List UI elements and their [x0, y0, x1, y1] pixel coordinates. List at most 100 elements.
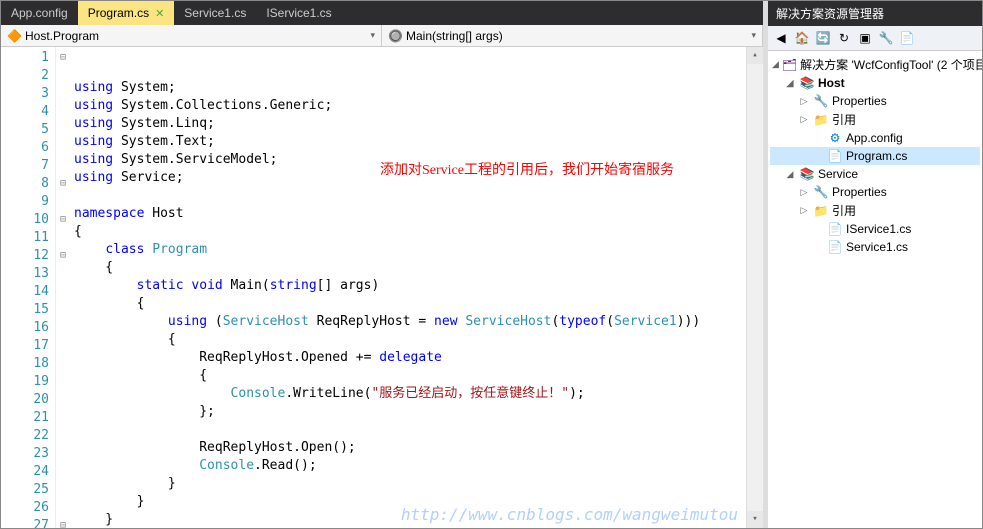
vertical-scrollbar[interactable]: ▴ ▾ — [746, 47, 763, 528]
tree-node[interactable]: ▷📁引用 — [770, 201, 980, 220]
line-number: 12 — [1, 247, 55, 265]
line-number: 19 — [1, 373, 55, 391]
tree-toggle[interactable]: ▷ — [798, 205, 810, 216]
code-line[interactable]: { — [74, 259, 742, 277]
fold-toggle — [56, 139, 70, 157]
ref-icon: 📁 — [813, 112, 829, 128]
code-line[interactable]: { — [74, 223, 742, 241]
line-number: 21 — [1, 409, 55, 427]
breadcrumb-method-label: Main(string[] args) — [406, 29, 503, 43]
code-editor[interactable]: 1234567891011121314151617181920212223242… — [1, 47, 763, 528]
code-line[interactable]: using System; — [74, 79, 742, 97]
fold-toggle[interactable]: ⊟ — [56, 175, 70, 193]
line-number: 2 — [1, 67, 55, 85]
tree-node[interactable]: 📄Program.cs — [770, 147, 980, 165]
fold-toggle — [56, 265, 70, 283]
code-line[interactable]: { — [74, 331, 742, 349]
fold-toggle — [56, 481, 70, 499]
code-line[interactable]: using System.Collections.Generic; — [74, 97, 742, 115]
code-line[interactable]: class Program — [74, 241, 742, 259]
tree-node[interactable]: ▷🔧Properties — [770, 92, 980, 110]
tree-node[interactable]: ◢📚Host — [770, 74, 980, 92]
code-line[interactable]: } — [74, 475, 742, 493]
fold-toggle — [56, 391, 70, 409]
line-number: 10 — [1, 211, 55, 229]
tree-label: Service1.cs — [846, 240, 908, 254]
method-icon: 🔘 — [388, 29, 402, 43]
solution-label: 解决方案 'WcfConfigTool' (2 个项目) — [800, 56, 982, 73]
fold-toggle[interactable]: ⊟ — [56, 517, 70, 528]
editor-area: App.configProgram.cs✕Service1.csIService… — [1, 1, 763, 528]
tree-node[interactable]: ⚙App.config — [770, 129, 980, 147]
tree-toggle[interactable]: ▷ — [798, 114, 810, 125]
tree-node[interactable]: ◢📚Service — [770, 165, 980, 183]
line-number: 6 — [1, 139, 55, 157]
fold-toggle[interactable]: ⊟ — [56, 211, 70, 229]
solution-icon: 🗂 — [782, 57, 797, 73]
code-line[interactable]: { — [74, 295, 742, 313]
fold-toggle — [56, 463, 70, 481]
fold-toggle[interactable]: ⊟ — [56, 49, 70, 67]
fold-column[interactable]: ⊟ ⊟ ⊟ ⊟ ⊟ — [56, 47, 70, 528]
code-line[interactable]: } — [74, 493, 742, 511]
document-tabs: App.configProgram.cs✕Service1.csIService… — [1, 1, 763, 25]
home-button[interactable]: 🏠 — [793, 29, 811, 47]
wrench-icon: 🔧 — [813, 184, 829, 200]
back-button[interactable]: ◀ — [772, 29, 790, 47]
code-line[interactable]: { — [74, 367, 742, 385]
tree-node[interactable]: ▷🔧Properties — [770, 183, 980, 201]
fold-toggle[interactable]: ⊟ — [56, 247, 70, 265]
document-tab[interactable]: Program.cs✕ — [78, 1, 175, 25]
fold-toggle — [56, 427, 70, 445]
refresh-button[interactable]: ↻ — [835, 29, 853, 47]
code-line[interactable]: namespace Host — [74, 205, 742, 223]
tree-toggle[interactable]: ◢ — [784, 78, 796, 89]
code-line[interactable]: }; — [74, 403, 742, 421]
tree-node[interactable]: 📄IService1.cs — [770, 220, 980, 238]
chevron-down-icon: ▾ — [751, 30, 756, 41]
tree-toggle[interactable]: ◢ — [784, 169, 796, 180]
tree-node[interactable]: 📄Service1.cs — [770, 238, 980, 256]
properties-button[interactable]: 🔧 — [877, 29, 895, 47]
code-line[interactable]: } — [74, 511, 742, 528]
code-line[interactable]: ReqReplyHost.Opened += delegate — [74, 349, 742, 367]
collapse-button[interactable]: ▣ — [856, 29, 874, 47]
line-number: 26 — [1, 499, 55, 517]
tree-toggle[interactable]: ▷ — [798, 187, 810, 198]
tree-toggle[interactable]: ▷ — [798, 96, 810, 107]
sync-button[interactable]: 🔄 — [814, 29, 832, 47]
tree-toggle[interactable]: ◢ — [772, 59, 779, 70]
code-line[interactable] — [74, 187, 742, 205]
tree-node[interactable]: ▷📁引用 — [770, 110, 980, 129]
document-tab[interactable]: Service1.cs — [174, 1, 256, 25]
code-line[interactable]: using (ServiceHost ReqReplyHost = new Se… — [74, 313, 742, 331]
code-line[interactable]: ReqReplyHost.Open(); — [74, 439, 742, 457]
breadcrumb-class[interactable]: 🔶 Host.Program ▾ — [1, 25, 382, 46]
line-number: 8 — [1, 175, 55, 193]
line-number: 4 — [1, 103, 55, 121]
breadcrumb-bar: 🔶 Host.Program ▾ 🔘 Main(string[] args) ▾ — [1, 25, 763, 47]
close-icon[interactable]: ✕ — [155, 7, 164, 20]
code-line[interactable]: Console.Read(); — [74, 457, 742, 475]
fold-toggle — [56, 445, 70, 463]
scroll-up-button[interactable]: ▴ — [747, 47, 763, 64]
fold-toggle — [56, 193, 70, 211]
scroll-down-button[interactable]: ▾ — [747, 511, 763, 528]
document-tab[interactable]: IService1.cs — [256, 1, 341, 25]
annotation-text: 添加对Service工程的引用后，我们开始寄宿服务 — [380, 159, 674, 179]
code-content[interactable]: using System;using System.Collections.Ge… — [70, 47, 746, 528]
code-line[interactable]: using System.Text; — [74, 133, 742, 151]
fold-toggle — [56, 409, 70, 427]
config-icon: ⚙ — [827, 130, 843, 146]
fold-toggle — [56, 499, 70, 517]
show-all-button[interactable]: 📄 — [898, 29, 916, 47]
code-line[interactable] — [74, 421, 742, 439]
solution-node[interactable]: ◢ 🗂 解决方案 'WcfConfigTool' (2 个项目) — [770, 55, 980, 74]
code-line[interactable]: using System.Linq; — [74, 115, 742, 133]
code-line[interactable]: Console.WriteLine("服务已经启动，按任意键终止！"); — [74, 385, 742, 403]
fold-toggle — [56, 157, 70, 175]
document-tab[interactable]: App.config — [1, 1, 78, 25]
line-number: 7 — [1, 157, 55, 175]
breadcrumb-method[interactable]: 🔘 Main(string[] args) ▾ — [382, 25, 763, 46]
code-line[interactable]: static void Main(string[] args) — [74, 277, 742, 295]
